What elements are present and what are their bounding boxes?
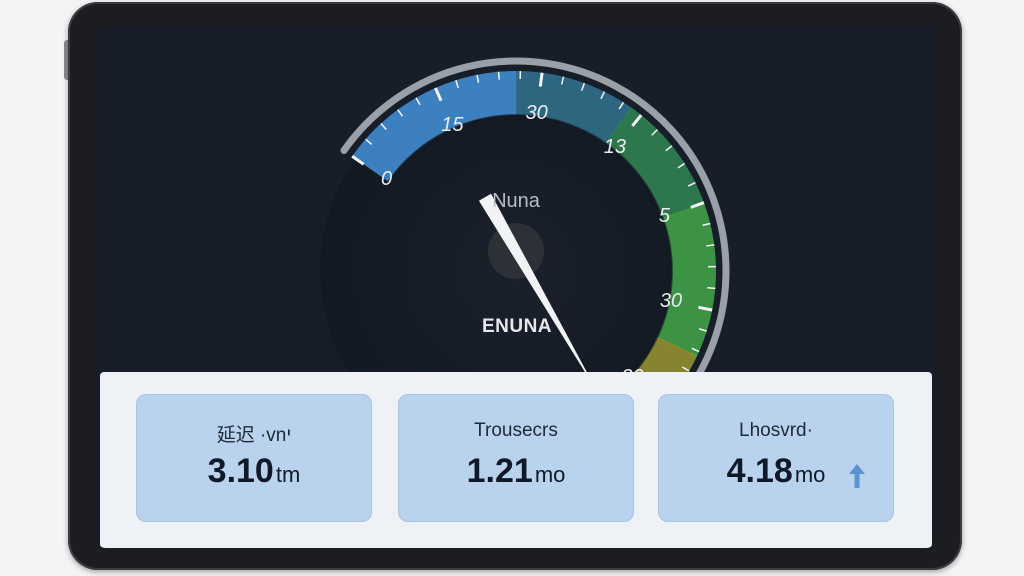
gauge-tick-label: 13	[603, 135, 627, 158]
gauge-tick-label: 5	[658, 204, 671, 227]
gauge-tick	[538, 72, 544, 87]
stat-card-label: 延迟 ·vnי	[216, 425, 292, 446]
stat-value-number: 1.21	[466, 452, 533, 490]
stats-panel: 延迟 ·vnי 3.10tm Trousecrs 1.21mo Lhosvrd·…	[100, 372, 932, 548]
stat-card-trousecrs[interactable]: Trousecrs 1.21mo	[398, 394, 634, 522]
stat-card-value: 3.10tm	[136, 452, 372, 491]
gauge-band-3	[656, 202, 716, 358]
stat-value-unit: tm	[275, 462, 301, 487]
gauge-title: Nuna	[492, 190, 540, 212]
stat-value-number: 4.18	[726, 452, 793, 490]
stat-card-latency[interactable]: 延迟 ·vnי 3.10tm	[136, 394, 372, 522]
stat-value-unit: mo	[534, 462, 566, 487]
stat-card-lhosvrd[interactable]: Lhosvrd· 4.18mo	[658, 394, 894, 522]
gauge-tick-label: 0	[381, 168, 393, 191]
gauge-tick-label: 15	[441, 114, 464, 137]
arrow-up-icon	[849, 464, 865, 488]
gauge-tick-label: 30	[525, 102, 548, 125]
gauge-tick	[706, 244, 715, 247]
stat-value-unit: mo	[794, 462, 826, 487]
stat-card-label: Lhosvrd·	[739, 420, 813, 441]
gauge-tick	[707, 286, 716, 290]
tablet-screen: 0153013530303030 Nuna ENUNA 延迟 ·vnי 3.10…	[96, 26, 936, 548]
stat-card-value: 1.21mo	[398, 452, 634, 491]
stat-value-number: 3.10	[207, 452, 274, 490]
gauge-tick	[497, 71, 501, 80]
gauge-tick-label: 30	[659, 289, 683, 312]
stat-card-label: Trousecrs	[474, 420, 558, 441]
gauge-brand: ENUNA	[481, 316, 553, 337]
